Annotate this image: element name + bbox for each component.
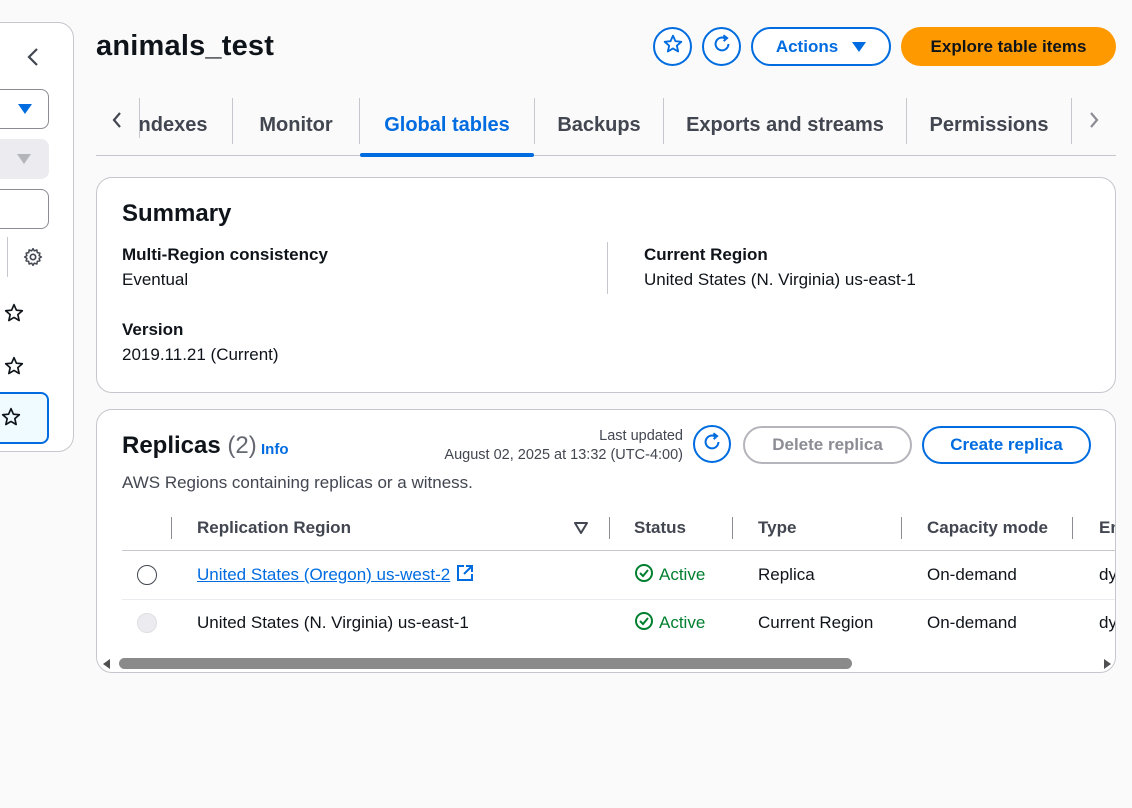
scrollbar-thumb[interactable] [119, 658, 852, 669]
replicas-description: AWS Regions containing replicas or a wit… [122, 473, 473, 492]
actions-dropdown-button[interactable]: Actions [751, 27, 891, 66]
capacity-cell: On-demand [927, 613, 1017, 632]
star-icon [1, 407, 21, 432]
status-text: Active [659, 565, 706, 584]
caret-down-icon [18, 104, 32, 114]
row-select-radio-disabled [137, 613, 157, 633]
page-title: animals_test [96, 30, 275, 62]
last-updated-label: Last updated [599, 428, 683, 444]
scroll-right-arrow-icon[interactable] [1104, 659, 1111, 669]
horizontal-scrollbar[interactable] [97, 656, 1115, 672]
status-cell: Active [634, 599, 705, 647]
refresh-icon [701, 431, 723, 458]
row-select-radio[interactable] [137, 565, 157, 585]
tab-permissions[interactable]: Permissions [907, 96, 1071, 155]
column-header-region[interactable]: Replication Region [197, 507, 351, 549]
last-updated-value: August 02, 2025 at 13:32 (UTC-4:00) [444, 447, 683, 463]
panel-input[interactable] [0, 189, 49, 229]
star-icon[interactable] [1, 300, 27, 326]
type-cell: Replica [758, 565, 815, 584]
gear-icon[interactable] [21, 245, 45, 269]
summary-title: Summary [122, 200, 232, 227]
external-link-icon [456, 564, 474, 587]
panel-select-disabled [0, 139, 49, 179]
tab-indexes[interactable]: Indexes [140, 96, 232, 155]
current-region-label: Current Region [644, 245, 768, 264]
consistency-label: Multi-Region consistency [122, 245, 328, 264]
favorite-button[interactable] [653, 27, 692, 66]
actions-label: Actions [775, 36, 839, 56]
column-header-type[interactable]: Type [758, 507, 796, 549]
caret-down-icon [17, 154, 31, 164]
summary-container: Summary Multi-Region consistency Eventua… [96, 177, 1116, 393]
refresh-replicas-button[interactable] [693, 425, 731, 463]
type-cell: Current Region [758, 613, 874, 632]
tab-monitor[interactable]: Monitor [233, 96, 359, 155]
version-value: 2019.11.21 (Current) [122, 345, 279, 364]
selected-favorite[interactable] [0, 392, 49, 444]
column-header-more[interactable]: En [1099, 507, 1115, 549]
success-status-icon [634, 611, 654, 636]
replicas-container: Replicas (2) Info AWS Regions containing… [96, 409, 1116, 673]
replicas-heading: Replicas (2) [122, 432, 257, 460]
capacity-cell: On-demand [927, 565, 1017, 584]
delete-replica-button: Delete replica [743, 426, 912, 464]
success-status-icon [634, 563, 654, 588]
region-cell: United States (N. Virginia) us-east-1 [197, 613, 469, 632]
star-icon [663, 34, 683, 59]
tab-backups[interactable]: Backups [535, 96, 663, 155]
info-link[interactable]: Info [261, 441, 289, 458]
tabs-scroll-right-icon[interactable] [1082, 108, 1106, 132]
collapse-panel-icon[interactable] [21, 45, 45, 69]
scroll-left-arrow-icon[interactable] [103, 659, 110, 669]
create-replica-button[interactable]: Create replica [922, 426, 1091, 464]
current-region-value: United States (N. Virginia) us-east-1 [644, 270, 916, 289]
sort-descending-icon[interactable] [573, 520, 589, 541]
region-link[interactable]: United States (Oregon) us-west-2 [197, 565, 450, 585]
column-header-status[interactable]: Status [634, 507, 686, 549]
status-text: Active [659, 613, 706, 632]
column-header-capacity-mode[interactable]: Capacity mode [927, 507, 1048, 549]
last-updated: Last updated August 02, 2025 at 13:32 (U… [444, 427, 683, 465]
version-label: Version [122, 320, 184, 339]
column-divider [607, 242, 608, 294]
extra-cell: dy [1099, 565, 1116, 584]
side-panel [0, 22, 74, 452]
tab-bar: Indexes Monitor Global tables Backups Ex… [96, 96, 1116, 157]
status-cell: Active [634, 551, 705, 599]
divider [7, 237, 8, 277]
tabs-scroll-left-icon[interactable] [105, 108, 129, 132]
extra-cell: dy [1099, 613, 1116, 632]
explore-table-items-button[interactable]: Explore table items [901, 27, 1116, 66]
caret-down-icon [852, 41, 867, 52]
refresh-button[interactable] [702, 27, 741, 66]
consistency-value: Eventual [122, 270, 189, 289]
refresh-icon [711, 33, 733, 60]
tab-exports-and-streams[interactable]: Exports and streams [664, 96, 906, 155]
replicas-title: Replicas [122, 432, 221, 459]
star-icon[interactable] [1, 353, 27, 379]
tab-global-tables[interactable]: Global tables [360, 96, 534, 157]
panel-select[interactable] [0, 89, 49, 129]
region-cell: United States (Oregon) us-west-2 [197, 551, 474, 599]
replicas-count: (2) [227, 432, 257, 459]
